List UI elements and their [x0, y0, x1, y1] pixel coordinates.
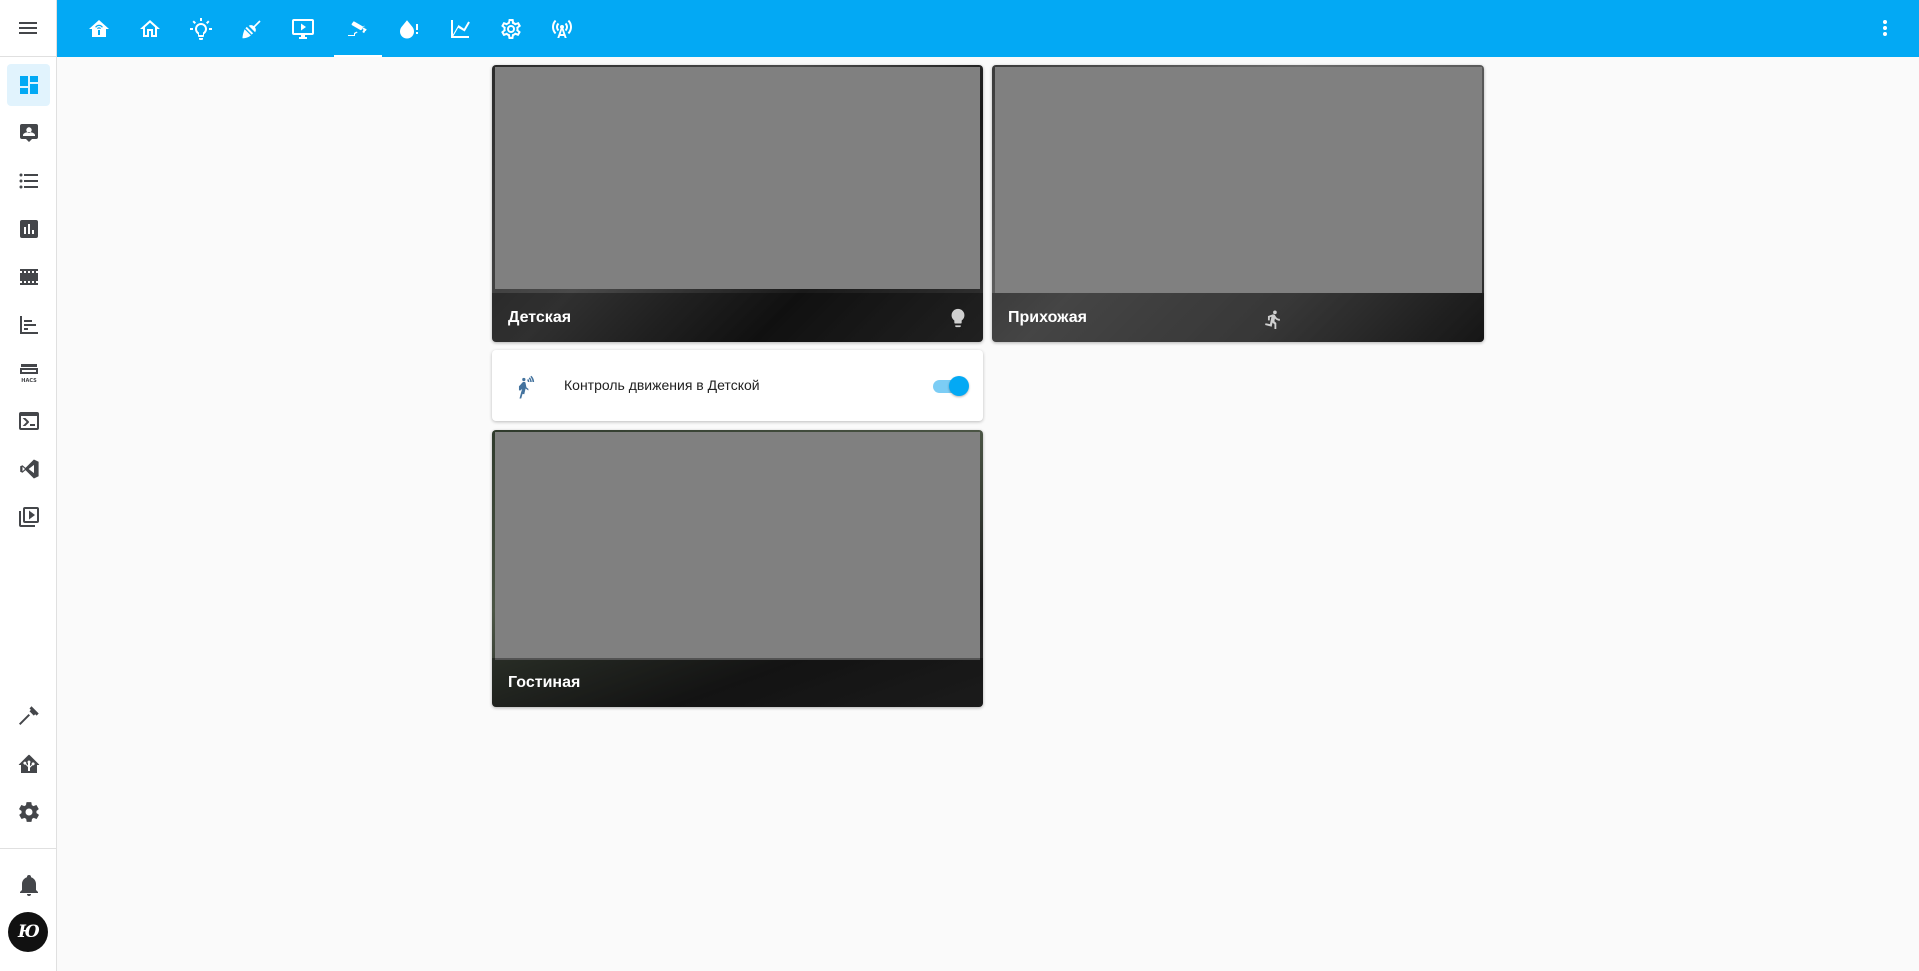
vscode-icon — [19, 459, 39, 479]
sidebar-item-logbook[interactable] — [7, 160, 50, 202]
sidebar-item-terminal[interactable] — [7, 400, 50, 442]
sidebar-item-vscode[interactable] — [7, 448, 50, 490]
camera-card-footer: Прихожая — [992, 293, 1484, 342]
home-outline-icon — [140, 19, 160, 37]
gear-icon — [18, 802, 39, 822]
walk-icon[interactable] — [1262, 307, 1284, 330]
camera-image-redacted — [495, 432, 980, 660]
sidebar-item-map[interactable] — [7, 112, 50, 154]
camera-name: Детская — [508, 308, 572, 326]
camera-image-redacted — [495, 67, 980, 289]
camera-image-redacted — [995, 67, 1482, 293]
user-avatar[interactable]: Ю — [8, 912, 48, 952]
lightbulb-icon[interactable] — [947, 307, 969, 329]
broom-icon — [242, 19, 261, 38]
chart-line-icon — [451, 19, 470, 38]
home-assistant-icon — [18, 754, 39, 773]
sidebar: HACS Ю — [0, 0, 57, 971]
svg-text:HACS: HACS — [21, 378, 37, 384]
sidebar-item-history[interactable] — [7, 208, 50, 250]
account-box-icon — [19, 124, 38, 142]
active-tab-indicator — [334, 55, 382, 57]
hacs-icon: HACS — [19, 364, 38, 384]
user-initials: Ю — [18, 922, 40, 942]
tab-access-point[interactable] — [538, 0, 586, 57]
dashboard-icon — [19, 76, 38, 94]
toggle-thumb — [949, 376, 969, 396]
tab-home[interactable] — [126, 0, 174, 57]
sidebar-item-settings[interactable] — [7, 791, 50, 833]
dots-vertical-icon — [1883, 20, 1887, 36]
cctv-icon — [348, 20, 367, 36]
tab-cameras[interactable] — [334, 0, 382, 57]
chart-box-icon — [19, 220, 38, 238]
tab-vacuum[interactable] — [228, 0, 276, 57]
sidebar-item-media-browser[interactable] — [7, 496, 50, 538]
tab-lights[interactable] — [177, 0, 225, 57]
tab-tv[interactable] — [279, 0, 327, 57]
sidebar-divider — [0, 848, 56, 849]
lightbulb-icon — [190, 17, 212, 40]
motion-sensor-icon[interactable] — [513, 373, 539, 399]
entity-name: Контроль движения в Детской — [564, 377, 760, 393]
camera-card-hallway[interactable]: Прихожая — [992, 65, 1484, 342]
camera-card-footer: Детская — [492, 293, 983, 342]
sidebar-item-notifications[interactable] — [7, 864, 50, 906]
sidebar-item-hacs[interactable]: HACS — [7, 352, 50, 394]
timeline-icon — [19, 316, 38, 334]
tab-graphs[interactable] — [436, 0, 484, 57]
bell-icon — [19, 875, 38, 896]
toolbar — [57, 0, 1919, 57]
sidebar-item-overview[interactable] — [7, 64, 50, 106]
tab-automation[interactable] — [75, 0, 123, 57]
sidebar-item-developer-tools[interactable] — [7, 695, 50, 737]
overflow-menu-button[interactable] — [1873, 16, 1897, 40]
console-icon — [18, 412, 39, 430]
camera-name: Прихожая — [1008, 308, 1087, 326]
hamburger-icon — [19, 22, 37, 34]
hammer-icon — [18, 706, 39, 725]
monitor-play-icon — [292, 18, 314, 39]
camera-card-living-room[interactable]: Гостиная — [492, 430, 983, 707]
list-icon — [19, 173, 38, 189]
tab-settings[interactable] — [487, 0, 535, 57]
sidebar-item-supervisor[interactable] — [7, 743, 50, 785]
sidebar-item-energy[interactable] — [7, 304, 50, 346]
sidebar-toggle-button[interactable] — [0, 0, 56, 57]
home-automation-icon — [89, 19, 109, 37]
access-point-icon — [552, 19, 572, 38]
filmstrip-icon — [19, 269, 38, 285]
motion-control-card: Контроль движения в Детской — [492, 350, 983, 421]
gear-outline-icon — [501, 18, 521, 39]
motion-control-toggle[interactable] — [931, 376, 969, 396]
play-box-multiple-icon — [18, 507, 39, 527]
camera-name: Гостиная — [508, 673, 581, 691]
sidebar-item-media[interactable] — [7, 256, 50, 298]
camera-card-footer: Гостиная — [492, 658, 983, 707]
tab-water[interactable] — [385, 0, 433, 57]
camera-card-kids[interactable]: Детская — [492, 65, 983, 342]
water-alert-icon — [400, 19, 418, 38]
